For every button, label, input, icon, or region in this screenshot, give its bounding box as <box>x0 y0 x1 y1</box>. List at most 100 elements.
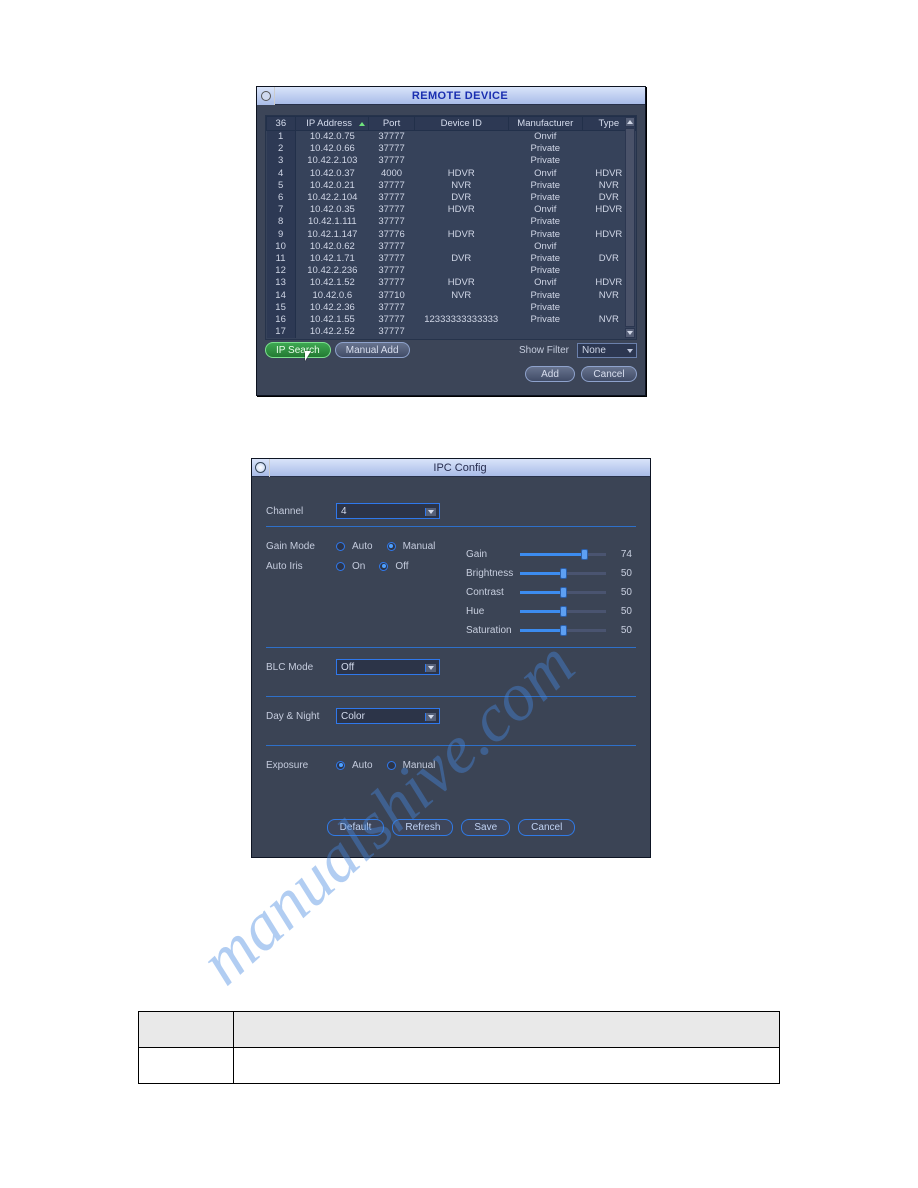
col-device-id[interactable]: Device ID <box>414 117 508 131</box>
exposure-manual-radio[interactable] <box>387 761 396 770</box>
exposure-auto-radio[interactable] <box>336 761 345 770</box>
table-cell: 10.42.2.103 <box>295 155 369 167</box>
slider-thumb[interactable] <box>560 568 567 579</box>
slider-track[interactable] <box>520 591 606 594</box>
show-filter-select[interactable]: None <box>577 343 637 358</box>
table-row[interactable]: 1710.42.2.5237777 <box>267 326 636 338</box>
col-ip[interactable]: IP Address <box>295 117 369 131</box>
table-row[interactable]: 1210.42.2.23637777Private <box>267 265 636 277</box>
table-row[interactable]: 1410.42.0.637710NVRPrivateNVR <box>267 289 636 301</box>
scroll-up-button[interactable] <box>625 117 635 127</box>
table-cell: 13 <box>267 277 296 289</box>
scroll-down-button[interactable] <box>625 328 635 338</box>
col-count[interactable]: 36 <box>267 117 296 131</box>
slider-track[interactable] <box>520 629 606 632</box>
col-port[interactable]: Port <box>369 117 414 131</box>
param-header-1 <box>139 1012 234 1048</box>
table-row[interactable]: 910.42.1.14737776HDVRPrivateHDVR <box>267 228 636 240</box>
table-cell: 37777 <box>369 301 414 313</box>
exposure-label: Exposure <box>266 760 336 771</box>
table-row[interactable]: 1510.42.2.3637777Private <box>267 301 636 313</box>
slider-thumb[interactable] <box>560 587 567 598</box>
table-cell: Onvif <box>508 167 582 179</box>
ip-search-button[interactable]: IP Search <box>265 342 331 358</box>
slider-label: Hue <box>466 606 520 617</box>
slider-track[interactable] <box>520 553 606 556</box>
table-cell: Onvif <box>508 240 582 252</box>
cancel-button[interactable]: Cancel <box>518 819 575 836</box>
table-cell: 3 <box>267 155 296 167</box>
device-table: 36 IP Address Port Device ID Manufacture… <box>266 116 636 338</box>
table-cell: HDVR <box>414 204 508 216</box>
table-cell: 10.42.1.71 <box>295 252 369 264</box>
slider-track[interactable] <box>520 610 606 613</box>
auto-iris-on-radio[interactable] <box>336 562 345 571</box>
auto-iris-label: Auto Iris <box>266 561 336 572</box>
table-row[interactable]: 610.42.2.10437777DVRPrivateDVR <box>267 191 636 203</box>
device-table-container: 36 IP Address Port Device ID Manufacture… <box>265 115 637 340</box>
table-row[interactable]: 310.42.2.10337777Private <box>267 155 636 167</box>
table-cell: 10.42.0.62 <box>295 240 369 252</box>
table-cell: 10.42.2.236 <box>295 265 369 277</box>
table-cell: HDVR <box>414 228 508 240</box>
manual-add-button[interactable]: Manual Add <box>335 342 410 358</box>
slider-label: Gain <box>466 549 520 560</box>
slider-value: 50 <box>612 568 632 579</box>
table-cell: Private <box>508 289 582 301</box>
table-row[interactable]: 710.42.0.3537777HDVROnvifHDVR <box>267 204 636 216</box>
table-cell: 37777 <box>369 265 414 277</box>
slider-thumb[interactable] <box>560 606 567 617</box>
default-button[interactable]: Default <box>327 819 385 836</box>
slider-value: 50 <box>612 587 632 598</box>
channel-select[interactable]: 4 <box>336 503 440 519</box>
slider-thumb[interactable] <box>581 549 588 560</box>
table-row[interactable]: 210.42.0.6637777Private <box>267 143 636 155</box>
table-row[interactable]: 110.42.0.7537777Onvif <box>267 131 636 143</box>
slider-track[interactable] <box>520 572 606 575</box>
table-cell: 4 <box>267 167 296 179</box>
table-cell: Private <box>508 191 582 203</box>
cancel-button[interactable]: Cancel <box>581 366 637 382</box>
table-cell: 16 <box>267 313 296 325</box>
param-cell-1 <box>139 1048 234 1084</box>
table-row[interactable]: 410.42.0.374000HDVROnvifHDVR <box>267 167 636 179</box>
table-cell <box>414 131 508 143</box>
save-button[interactable]: Save <box>461 819 510 836</box>
table-cell: 10.42.2.52 <box>295 326 369 338</box>
param-cell-2 <box>234 1048 780 1084</box>
table-cell: 10.42.1.147 <box>295 228 369 240</box>
slider-label: Contrast <box>466 587 520 598</box>
table-row[interactable]: 1610.42.1.553777712333333333333PrivateNV… <box>267 313 636 325</box>
table-cell: 14 <box>267 289 296 301</box>
add-button[interactable]: Add <box>525 366 575 382</box>
table-cell: 10.42.0.75 <box>295 131 369 143</box>
slider-row: Hue50 <box>466 602 641 621</box>
table-row[interactable]: 1010.42.0.6237777Onvif <box>267 240 636 252</box>
table-cell: 1 <box>267 131 296 143</box>
table-cell: Private <box>508 216 582 228</box>
table-cell <box>414 326 508 338</box>
gain-mode-manual-radio[interactable] <box>387 542 396 551</box>
table-row[interactable]: 810.42.1.11137777Private <box>267 216 636 228</box>
table-cell: 37710 <box>369 289 414 301</box>
table-row[interactable]: 510.42.0.2137777NVRPrivateNVR <box>267 179 636 191</box>
slider-label: Saturation <box>466 625 520 636</box>
blc-select[interactable]: Off <box>336 659 440 675</box>
table-row[interactable]: 1110.42.1.7137777DVRPrivateDVR <box>267 252 636 264</box>
ipc-titlebar: IPC Config <box>252 459 650 477</box>
refresh-button[interactable]: Refresh <box>392 819 453 836</box>
auto-iris-off-radio[interactable] <box>379 562 388 571</box>
table-row[interactable]: 1310.42.1.5237777HDVROnvifHDVR <box>267 277 636 289</box>
day-night-select[interactable]: Color <box>336 708 440 724</box>
col-manufacturer[interactable]: Manufacturer <box>508 117 582 131</box>
gain-mode-auto-radio[interactable] <box>336 542 345 551</box>
table-cell <box>414 155 508 167</box>
slider-thumb[interactable] <box>560 625 567 636</box>
scrollbar-track[interactable] <box>625 128 635 327</box>
table-cell: 2 <box>267 143 296 155</box>
table-cell: 37777 <box>369 143 414 155</box>
table-cell: 10.42.2.36 <box>295 301 369 313</box>
table-cell: 10.42.1.111 <box>295 216 369 228</box>
table-cell: 7 <box>267 204 296 216</box>
table-cell: Private <box>508 179 582 191</box>
